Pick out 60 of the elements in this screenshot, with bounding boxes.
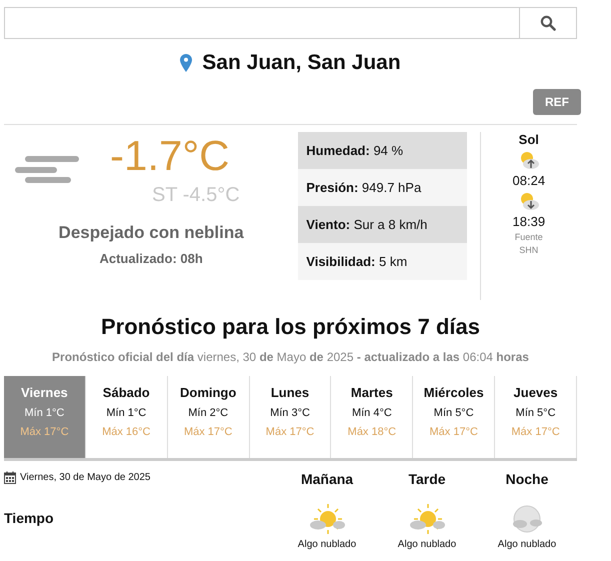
day-tab[interactable]: Viernes Mín 1°C Máx 17°C — [4, 376, 86, 458]
day-tab[interactable]: Martes Mín 4°C Máx 18°C — [331, 376, 414, 458]
day-tab[interactable]: Jueves Mín 5°C Máx 17°C — [495, 376, 578, 458]
min-temperature: Mín 1°C — [106, 407, 146, 419]
sunset-time: 18:39 — [512, 214, 546, 229]
location-title: San Juan, San Juan — [202, 51, 401, 75]
source-name: SHN — [519, 245, 538, 255]
temperature: -1.7°C — [110, 132, 230, 180]
day-name: Sábado — [102, 385, 150, 400]
detail-row: Presión: 949.7 hPa — [298, 169, 467, 206]
detail-row: Viento: Sur a 8 km/h — [298, 206, 467, 243]
min-temperature: Mín 1°C — [24, 407, 64, 419]
search-icon — [540, 15, 556, 31]
condition-text: Despejado con neblina — [58, 223, 244, 243]
max-temperature: Máx 16°C — [102, 426, 150, 438]
max-temperature: Máx 17°C — [266, 426, 314, 438]
day-name: Viernes — [21, 385, 68, 400]
min-temperature: Mín 5°C — [434, 407, 474, 419]
max-temperature: Máx 17°C — [430, 426, 478, 438]
min-temperature: Mín 2°C — [188, 407, 228, 419]
sky-condition: Algo nublado — [298, 539, 356, 550]
forecast-title: Pronóstico para los próximos 7 días — [100, 314, 481, 340]
max-temperature: Máx 17°C — [184, 426, 232, 438]
ref-button[interactable]: REF — [533, 89, 581, 115]
period-title: Mañana — [300, 471, 354, 487]
day-name: Lunes — [270, 385, 310, 400]
detail-row: Humedad: 94 % — [298, 132, 467, 169]
max-temperature: Máx 17°C — [511, 426, 560, 438]
detail-row: Visibilidad: 5 km — [298, 243, 467, 280]
min-temperature: Mín 4°C — [352, 407, 392, 419]
min-temperature: Mín 3°C — [270, 407, 310, 419]
search-field[interactable] — [4, 7, 519, 39]
search-button[interactable] — [519, 7, 577, 39]
sunrise-time: 08:24 — [512, 173, 546, 188]
day-tab[interactable]: Lunes Mín 3°C Máx 17°C — [250, 376, 332, 458]
day-tab[interactable]: Sábado Mín 1°C Máx 16°C — [86, 376, 168, 458]
source-label: Fuente — [514, 232, 543, 242]
sky-condition: Algo nublado — [398, 539, 456, 550]
day-name: Jueves — [514, 385, 558, 400]
calendar-icon — [4, 471, 16, 484]
sun-cloud-icon — [308, 503, 346, 537]
fog-icon — [14, 154, 80, 186]
row-label: Tiempo — [4, 510, 55, 526]
sky-condition: Algo nublado — [498, 539, 556, 550]
date-text: Viernes, 30 de Mayo de 2025 — [20, 472, 150, 483]
day-name: Miércoles — [424, 385, 484, 400]
sun-title: Sol — [518, 132, 539, 147]
period-title: Noche — [506, 471, 548, 487]
max-temperature: Máx 18°C — [348, 426, 396, 438]
day-tab[interactable]: Domingo Mín 2°C Máx 17°C — [168, 376, 250, 458]
max-temperature: Máx 17°C — [20, 426, 69, 438]
min-temperature: Mín 5°C — [516, 407, 556, 419]
updated-text: Actualizado: 08h — [99, 251, 203, 266]
day-name: Martes — [350, 385, 393, 400]
day-tab[interactable]: Miércoles Mín 5°C Máx 17°C — [413, 376, 496, 458]
forecast-subtitle: Pronóstico oficial del día viernes, 30 de Mayo de 2025 - actualizado a las 06:04 horas — [51, 350, 530, 364]
period-title: Tarde — [408, 471, 446, 487]
day-name: Domingo — [180, 385, 236, 400]
sun-cloud-icon — [408, 503, 446, 537]
map-pin-icon — [180, 54, 192, 72]
